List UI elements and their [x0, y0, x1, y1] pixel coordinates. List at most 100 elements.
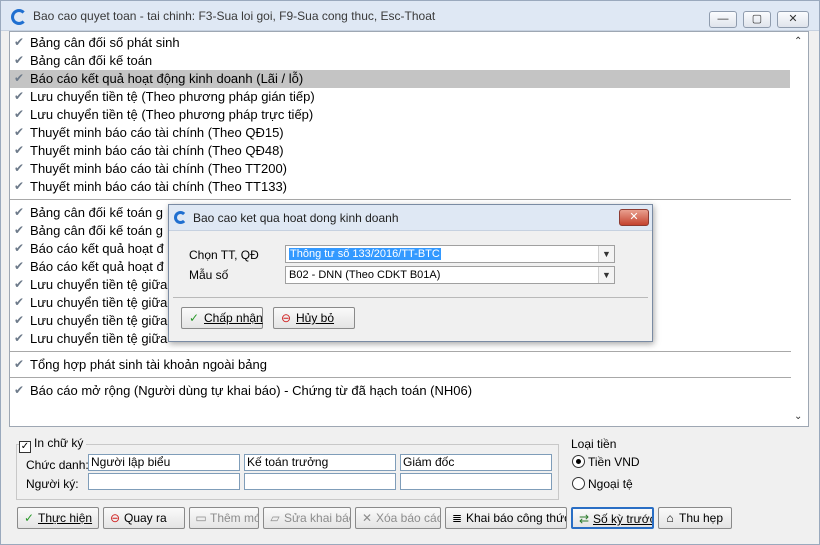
report-list-item[interactable]: ✔ Tổng hợp phát sinh tài khoản ngoài bảng [10, 356, 790, 374]
report-list-item-label: Lưu chuyển tiền tệ (Theo phương pháp trự… [30, 107, 314, 122]
report-list-item[interactable]: ✔ Lưu chuyển tiền tệ (Theo phương pháp tr… [10, 106, 790, 124]
edit-button[interactable]: ▱ Sửa khai báo [263, 507, 351, 529]
previous-period-button[interactable]: ⇄ Số kỳ trước [571, 507, 654, 529]
checkmark-icon: ✔ [14, 161, 25, 175]
app-logo-icon [11, 9, 27, 25]
currency-vnd-radio[interactable]: Tiền VND [572, 455, 640, 469]
report-list-item[interactable]: ✔ Lưu chuyển tiền tệ (Theo phương pháp gi… [10, 88, 790, 106]
dialog-title-bar: Bao cao ket qua hoat dong kinh doanh ✕ [169, 205, 652, 231]
checkmark-icon: ✔ [14, 295, 25, 309]
report-list-item-label: Bảng cân đối kế toán g [30, 205, 163, 220]
dialog-title: Bao cao ket qua hoat dong kinh doanh [193, 211, 399, 225]
checkmark-icon: ✔ [14, 357, 25, 371]
group-separator [10, 351, 798, 352]
report-list-item-label: Lưu chuyển tiền tệ giữa [30, 295, 168, 310]
report-list-item-label: Bảng cân đối số phát sinh [30, 35, 180, 50]
signer-field-1[interactable] [88, 473, 240, 490]
report-list-item-label: Báo cáo kết quả hoạt động kinh doanh (Lã… [30, 71, 304, 86]
radio-selected-icon[interactable] [572, 455, 585, 468]
stop-icon: ⊖ [280, 311, 292, 325]
signature-checkbox[interactable]: ✓ In chữ ký [19, 436, 87, 453]
report-list-item-label: Bảng cân đối kế toán [30, 53, 153, 68]
checkmark-icon: ✔ [14, 107, 25, 121]
report-list-item-label: Báo cáo kết quả hoạt đ [30, 259, 164, 274]
close-icon: ✕ [788, 13, 798, 25]
checkmark-icon: ✔ [14, 383, 25, 397]
group-separator [10, 199, 798, 200]
run-button[interactable]: ✓ Thực hiện [17, 507, 99, 529]
checkmark-icon: ✔ [14, 89, 25, 103]
new-document-icon: ▭ [195, 511, 207, 525]
report-list-item-label: Lưu chuyển tiền tệ (Theo phương pháp giá… [30, 89, 315, 104]
delete-x-icon: ✕ [361, 511, 373, 525]
report-options-dialog: Bao cao ket qua hoat dong kinh doanh ✕ C… [168, 204, 653, 342]
back-button[interactable]: ⊖ Quay ra [103, 507, 185, 529]
minimize-button[interactable]: — [709, 11, 737, 28]
formula-icon: ≣ [451, 511, 463, 525]
minimize-icon: — [717, 13, 729, 25]
scroll-down-icon[interactable]: ⌄ [794, 411, 802, 422]
signature-group [16, 444, 559, 500]
report-list-item[interactable]: ✔ Báo cáo kết quả hoạt động kinh doanh (L… [10, 70, 790, 88]
report-list-item[interactable]: ✔ Báo cáo mở rộng (Người dùng tự khai báo… [10, 382, 790, 400]
collapse-button[interactable]: ⌂ Thu hẹp [658, 507, 732, 529]
checkmark-icon: ✔ [14, 331, 25, 345]
report-list-item-label: Báo cáo mở rộng (Người dùng tự khai báo)… [30, 383, 473, 398]
form-select[interactable]: B02 - DNN (Theo CDKT B01A) ▼ [285, 266, 615, 284]
report-list-item[interactable]: ✔ Thuyết minh báo cáo tài chính (Theo QĐ1… [10, 124, 790, 142]
title-field-1[interactable]: Người lập biểu [88, 454, 240, 471]
close-icon: ✕ [629, 211, 639, 223]
currency-foreign-radio[interactable]: Ngoại tệ [572, 477, 633, 491]
signer-field-3[interactable] [400, 473, 552, 490]
maximize-button[interactable]: ▢ [743, 11, 771, 28]
checkmark-icon: ✔ [14, 179, 25, 193]
title-field-3[interactable]: Giám đốc [400, 454, 552, 471]
dialog-close-button[interactable]: ✕ [619, 209, 649, 226]
delete-button[interactable]: ✕ Xóa báo cáo [355, 507, 441, 529]
report-list-item[interactable]: ✔ Bảng cân đối kế toán [10, 52, 790, 70]
scroll-up-icon[interactable]: ⌃ [794, 36, 802, 47]
chevron-down-icon[interactable]: ▼ [598, 246, 614, 262]
chevron-down-icon[interactable]: ▼ [598, 267, 614, 283]
signer-field-2[interactable] [244, 473, 396, 490]
report-list-item[interactable]: ✔ Bảng cân đối số phát sinh [10, 34, 790, 52]
add-button[interactable]: ▭Thêm mới [189, 507, 259, 529]
refresh-icon: ⇄ [578, 512, 590, 526]
report-list-item-label: Thuyết minh báo cáo tài chính (Theo QĐ15… [30, 125, 284, 140]
checkmark-icon: ✓ [188, 311, 200, 325]
close-button[interactable]: ✕ [777, 11, 809, 28]
report-list-item-label: Lưu chuyển tiền tệ giữa [30, 277, 168, 292]
report-list-item-label: Bảng cân đối kế toán g [30, 223, 163, 238]
checkmark-icon: ✔ [14, 259, 25, 273]
maximize-icon: ▢ [751, 13, 763, 25]
report-list-item-label: Báo cáo kết quả hoạt đ [30, 241, 164, 256]
app-logo-icon [174, 211, 187, 224]
collapse-icon: ⌂ [666, 511, 674, 525]
declare-formula-button[interactable]: ≣ Khai báo công thức [445, 507, 567, 529]
radio-icon[interactable] [572, 477, 585, 490]
report-list-item-label: Lưu chuyển tiền tệ giữa [30, 313, 168, 328]
title-field-2[interactable]: Kế toán trưởng [244, 454, 396, 471]
checkbox-icon[interactable]: ✓ [19, 441, 31, 453]
circular-select[interactable]: Thông tư số 133/2016/TT-BTC ▼ [285, 245, 615, 263]
vertical-scrollbar[interactable]: ⌃ ⌄ [791, 32, 808, 426]
title-label: Chức danh: [26, 458, 89, 472]
report-list-item-label: Lưu chuyển tiền tệ giữa [30, 331, 168, 346]
report-list-item-label: Thuyết minh báo cáo tài chính (Theo QĐ48… [30, 143, 284, 158]
checkmark-icon: ✔ [14, 277, 25, 291]
currency-label: Loại tiền [571, 437, 617, 451]
checkmark-icon: ✔ [14, 313, 25, 327]
checkmark-icon: ✔ [14, 35, 25, 49]
checkmark-icon: ✔ [14, 143, 25, 157]
report-list-item[interactable]: ✔ Thuyết minh báo cáo tài chính (Theo TT2… [10, 160, 790, 178]
title-bar: Bao cao quyet toan - tai chinh: F3-Sua l… [1, 1, 819, 31]
report-list-item-label: Tổng hợp phát sinh tài khoản ngoài bảng [30, 357, 267, 372]
report-list-item[interactable]: ✔ Thuyết minh báo cáo tài chính (Theo QĐ4… [10, 142, 790, 160]
report-list-item-label: Thuyết minh báo cáo tài chính (Theo TT13… [30, 179, 288, 194]
signer-label: Người ký: [26, 477, 79, 491]
report-list-item[interactable]: ✔ Thuyết minh báo cáo tài chính (Theo TT1… [10, 178, 790, 196]
cancel-button[interactable]: ⊖ Hủy bỏ [273, 307, 355, 329]
accept-button[interactable]: ✓ Chấp nhận [181, 307, 263, 329]
folder-icon: ▱ [270, 511, 280, 525]
report-list-item-label: Thuyết minh báo cáo tài chính (Theo TT20… [30, 161, 288, 176]
